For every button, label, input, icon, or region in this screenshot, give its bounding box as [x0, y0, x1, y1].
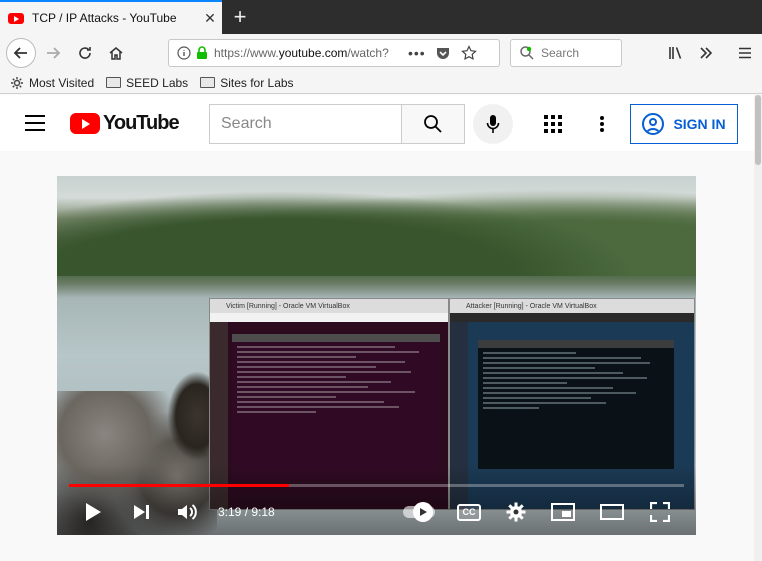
skip-next-icon [134, 505, 149, 519]
youtube-header: YouTube Search SIGN IN [0, 95, 762, 151]
vertical-dots-icon [600, 116, 604, 132]
microphone-icon [486, 115, 500, 133]
video-frame-landscape [57, 176, 696, 276]
video-player[interactable]: Victim [Running] - Oracle VM VirtualBox … [57, 176, 696, 535]
gear-icon [11, 76, 23, 89]
back-button[interactable] [6, 38, 36, 68]
arrow-left-icon [13, 47, 27, 59]
video-progress-played [69, 484, 289, 487]
fullscreen-button[interactable] [646, 498, 674, 526]
settings-button[interactable] [502, 498, 530, 526]
bookmark-seed-labs[interactable]: SEED Labs [106, 76, 188, 90]
bookmark-most-visited[interactable]: Most Visited [10, 76, 94, 90]
voice-search-button[interactable] [473, 104, 513, 144]
theater-mode-button[interactable] [598, 498, 626, 526]
miniplayer-icon [551, 503, 575, 521]
overflow-menu-button[interactable] [691, 38, 721, 68]
hamburger-menu-icon [739, 47, 751, 59]
arrow-right-icon [47, 47, 61, 59]
folder-icon [106, 77, 122, 88]
volume-icon [178, 504, 197, 520]
url-bar[interactable]: https://www.youtube.com/watch? ••• [168, 39, 500, 67]
play-small-icon [420, 508, 427, 516]
theater-mode-icon [600, 504, 624, 520]
library-icon [669, 47, 682, 59]
guide-menu-button[interactable] [25, 115, 45, 131]
home-icon [109, 47, 123, 60]
apps-button[interactable] [542, 113, 564, 135]
double-chevron-icon [700, 47, 713, 59]
info-icon[interactable] [177, 46, 191, 60]
bookmark-sites-for-labs[interactable]: Sites for Labs [200, 75, 294, 90]
youtube-favicon-icon [8, 12, 24, 24]
page-actions-icon[interactable]: ••• [408, 45, 426, 61]
subtitles-button[interactable]: CC [454, 498, 484, 526]
apps-grid-icon [544, 115, 562, 133]
play-icon [86, 503, 101, 521]
scrollbar-thumb[interactable] [755, 95, 761, 165]
victim-vm-title: Victim [Running] - Oracle VM VirtualBox [210, 299, 448, 313]
browser-search-field[interactable]: Search [510, 39, 622, 67]
bookmark-star-icon[interactable] [460, 45, 477, 61]
home-button[interactable] [101, 38, 131, 68]
sign-in-button[interactable]: SIGN IN [630, 104, 738, 144]
next-button[interactable] [127, 498, 155, 526]
search-icon [424, 115, 442, 133]
url-text: https://www.youtube.com/watch? [214, 46, 389, 60]
sign-in-label: SIGN IN [673, 116, 726, 132]
pocket-icon[interactable] [435, 45, 451, 61]
fullscreen-icon [650, 502, 670, 522]
new-tab-button[interactable]: + [230, 4, 250, 30]
youtube-search-input[interactable]: Search [209, 104, 402, 144]
tab-title: TCP / IP Attacks - YouTube [32, 11, 177, 25]
attacker-vm-title: Attacker [Running] - Oracle VM VirtualBo… [450, 299, 694, 313]
youtube-search-button[interactable] [401, 104, 465, 144]
bookmark-label: SEED Labs [126, 75, 189, 90]
autoplay-toggle-knob[interactable] [413, 502, 433, 522]
bookmarks-toolbar: Most Visited SEED Labs Sites for Labs [0, 72, 762, 94]
miniplayer-button[interactable] [549, 498, 577, 526]
library-button[interactable] [661, 38, 691, 68]
bookmark-label: Most Visited [29, 75, 95, 90]
search-engine-icon [520, 46, 534, 60]
folder-icon [200, 77, 216, 88]
mute-button[interactable] [173, 498, 201, 526]
lock-icon[interactable] [196, 46, 208, 60]
attacker-terminal [478, 340, 674, 469]
bookmark-label: Sites for Labs [220, 75, 294, 90]
forward-button[interactable] [38, 38, 68, 68]
video-progress-bar[interactable] [69, 484, 684, 487]
navigation-bar: https://www.youtube.com/watch? ••• Searc… [0, 34, 762, 72]
youtube-logo[interactable]: YouTube [70, 112, 180, 135]
browser-search-placeholder: Search [541, 46, 580, 60]
victim-terminal [232, 334, 440, 479]
reload-button[interactable] [70, 38, 100, 68]
tab-bar: TCP / IP Attacks - YouTube ✕ + [0, 0, 762, 34]
youtube-play-logo-icon [70, 113, 100, 134]
play-button[interactable] [79, 498, 107, 526]
page-scrollbar[interactable] [754, 95, 762, 561]
browser-menu-button[interactable] [730, 38, 760, 68]
youtube-logo-text: YouTube [103, 112, 180, 134]
tab-close-button[interactable]: ✕ [198, 10, 222, 27]
gear-icon [506, 502, 526, 522]
captions-icon: CC [457, 503, 481, 521]
reload-icon [79, 47, 91, 59]
time-display: 3:19 / 9:18 [218, 505, 275, 519]
settings-more-button[interactable] [592, 113, 612, 135]
account-icon [642, 113, 665, 135]
tab-youtube[interactable]: TCP / IP Attacks - YouTube ✕ [0, 0, 222, 34]
